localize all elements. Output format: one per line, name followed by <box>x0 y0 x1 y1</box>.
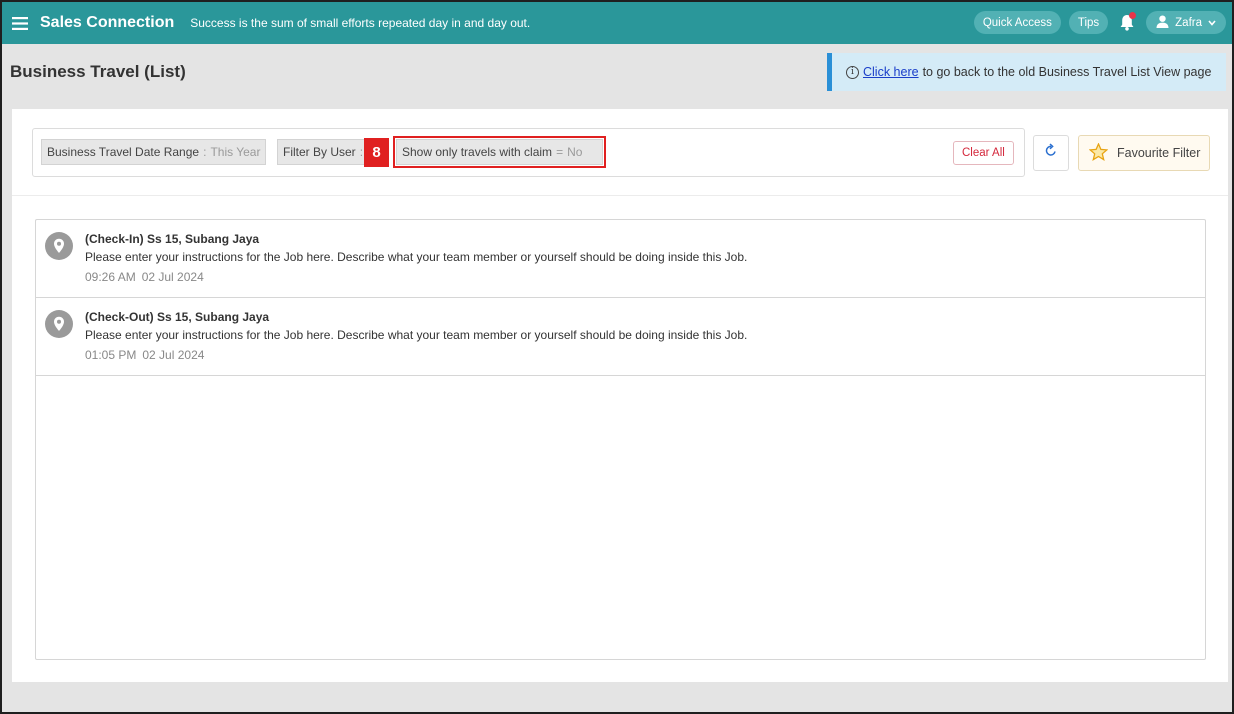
list-item[interactable]: (Check-In) Ss 15, Subang Jaya Please ent… <box>36 220 1205 298</box>
travel-time: 09:26 AM <box>85 270 136 284</box>
filter-chip-user[interactable]: Filter By User : <box>277 139 377 165</box>
filter-bar: Business Travel Date Range : This Year F… <box>32 128 1025 177</box>
hamburger-icon[interactable] <box>2 2 38 44</box>
filter-chip-value: No <box>567 145 583 159</box>
filter-chip-label: Show only travels with claim <box>402 145 553 159</box>
main-card: Business Travel Date Range : This Year F… <box>12 109 1228 682</box>
user-menu-button[interactable]: Zafra <box>1146 11 1226 34</box>
travel-title: (Check-Out) Ss 15, Subang Jaya <box>85 310 270 324</box>
filter-chip-date-range[interactable]: Business Travel Date Range : This Year <box>41 139 267 165</box>
filter-chip-label: Filter By User <box>283 145 356 159</box>
favourite-filter-label: Favourite Filter <box>1117 146 1201 160</box>
page-title: Business Travel (List) <box>10 62 186 81</box>
user-name: Zafra <box>1175 16 1202 29</box>
travel-date: 02 Jul 2024 <box>142 348 205 362</box>
filter-chip-sep: : <box>359 145 364 159</box>
top-right-actions: Quick Access Tips Zafra <box>973 11 1226 34</box>
app-frame: Sales Connection Success is the sum of s… <box>0 0 1234 714</box>
annotation-badge: 8 <box>364 138 389 167</box>
clear-all-button[interactable]: Clear All <box>953 141 1014 165</box>
travel-description: Please enter your instructions for the J… <box>85 250 748 264</box>
motto-text: Success is the sum of small efforts repe… <box>190 16 531 30</box>
click-here-link[interactable]: Click here <box>863 65 919 79</box>
list-item[interactable]: (Check-Out) Ss 15, Subang Jaya Please en… <box>36 298 1205 376</box>
filter-chip-label: Business Travel Date Range <box>47 145 200 159</box>
star-icon <box>1088 141 1109 164</box>
tips-button[interactable]: Tips <box>1068 11 1109 34</box>
user-icon <box>1156 15 1169 31</box>
location-pin-icon <box>45 310 73 338</box>
location-pin-icon <box>45 232 73 260</box>
filter-chip-travels-with-claim[interactable]: Show only travels with claim = No <box>393 136 606 168</box>
favourite-filter-button[interactable]: Favourite Filter <box>1078 135 1210 171</box>
quick-access-button[interactable]: Quick Access <box>973 11 1061 34</box>
refresh-icon <box>1044 143 1058 163</box>
brand-name[interactable]: Sales Connection <box>40 14 174 32</box>
notification-dot <box>1129 12 1137 19</box>
travel-timestamp: 01:05 PM 02 Jul 2024 <box>85 348 204 362</box>
travel-description: Please enter your instructions for the J… <box>85 328 748 342</box>
travel-timestamp: 09:26 AM 02 Jul 2024 <box>85 270 204 284</box>
filter-chip-sep: = <box>556 145 564 159</box>
banner-text: to go back to the old Business Travel Li… <box>922 65 1212 79</box>
travel-date: 02 Jul 2024 <box>141 270 204 284</box>
filter-chip-value: This Year <box>210 145 261 159</box>
refresh-button[interactable] <box>1033 135 1069 171</box>
chevron-down-icon <box>1208 17 1216 29</box>
travel-list: (Check-In) Ss 15, Subang Jaya Please ent… <box>35 219 1206 660</box>
top-bar: Sales Connection Success is the sum of s… <box>2 2 1232 44</box>
travel-title: (Check-In) Ss 15, Subang Jaya <box>85 232 260 246</box>
filter-chip-sep: : <box>203 145 207 159</box>
divider <box>12 195 1228 196</box>
old-view-banner: i Click here to go back to the old Busin… <box>827 53 1226 91</box>
bell-icon[interactable] <box>1116 11 1138 34</box>
info-icon: i <box>846 65 859 79</box>
travel-time: 01:05 PM <box>85 348 137 362</box>
